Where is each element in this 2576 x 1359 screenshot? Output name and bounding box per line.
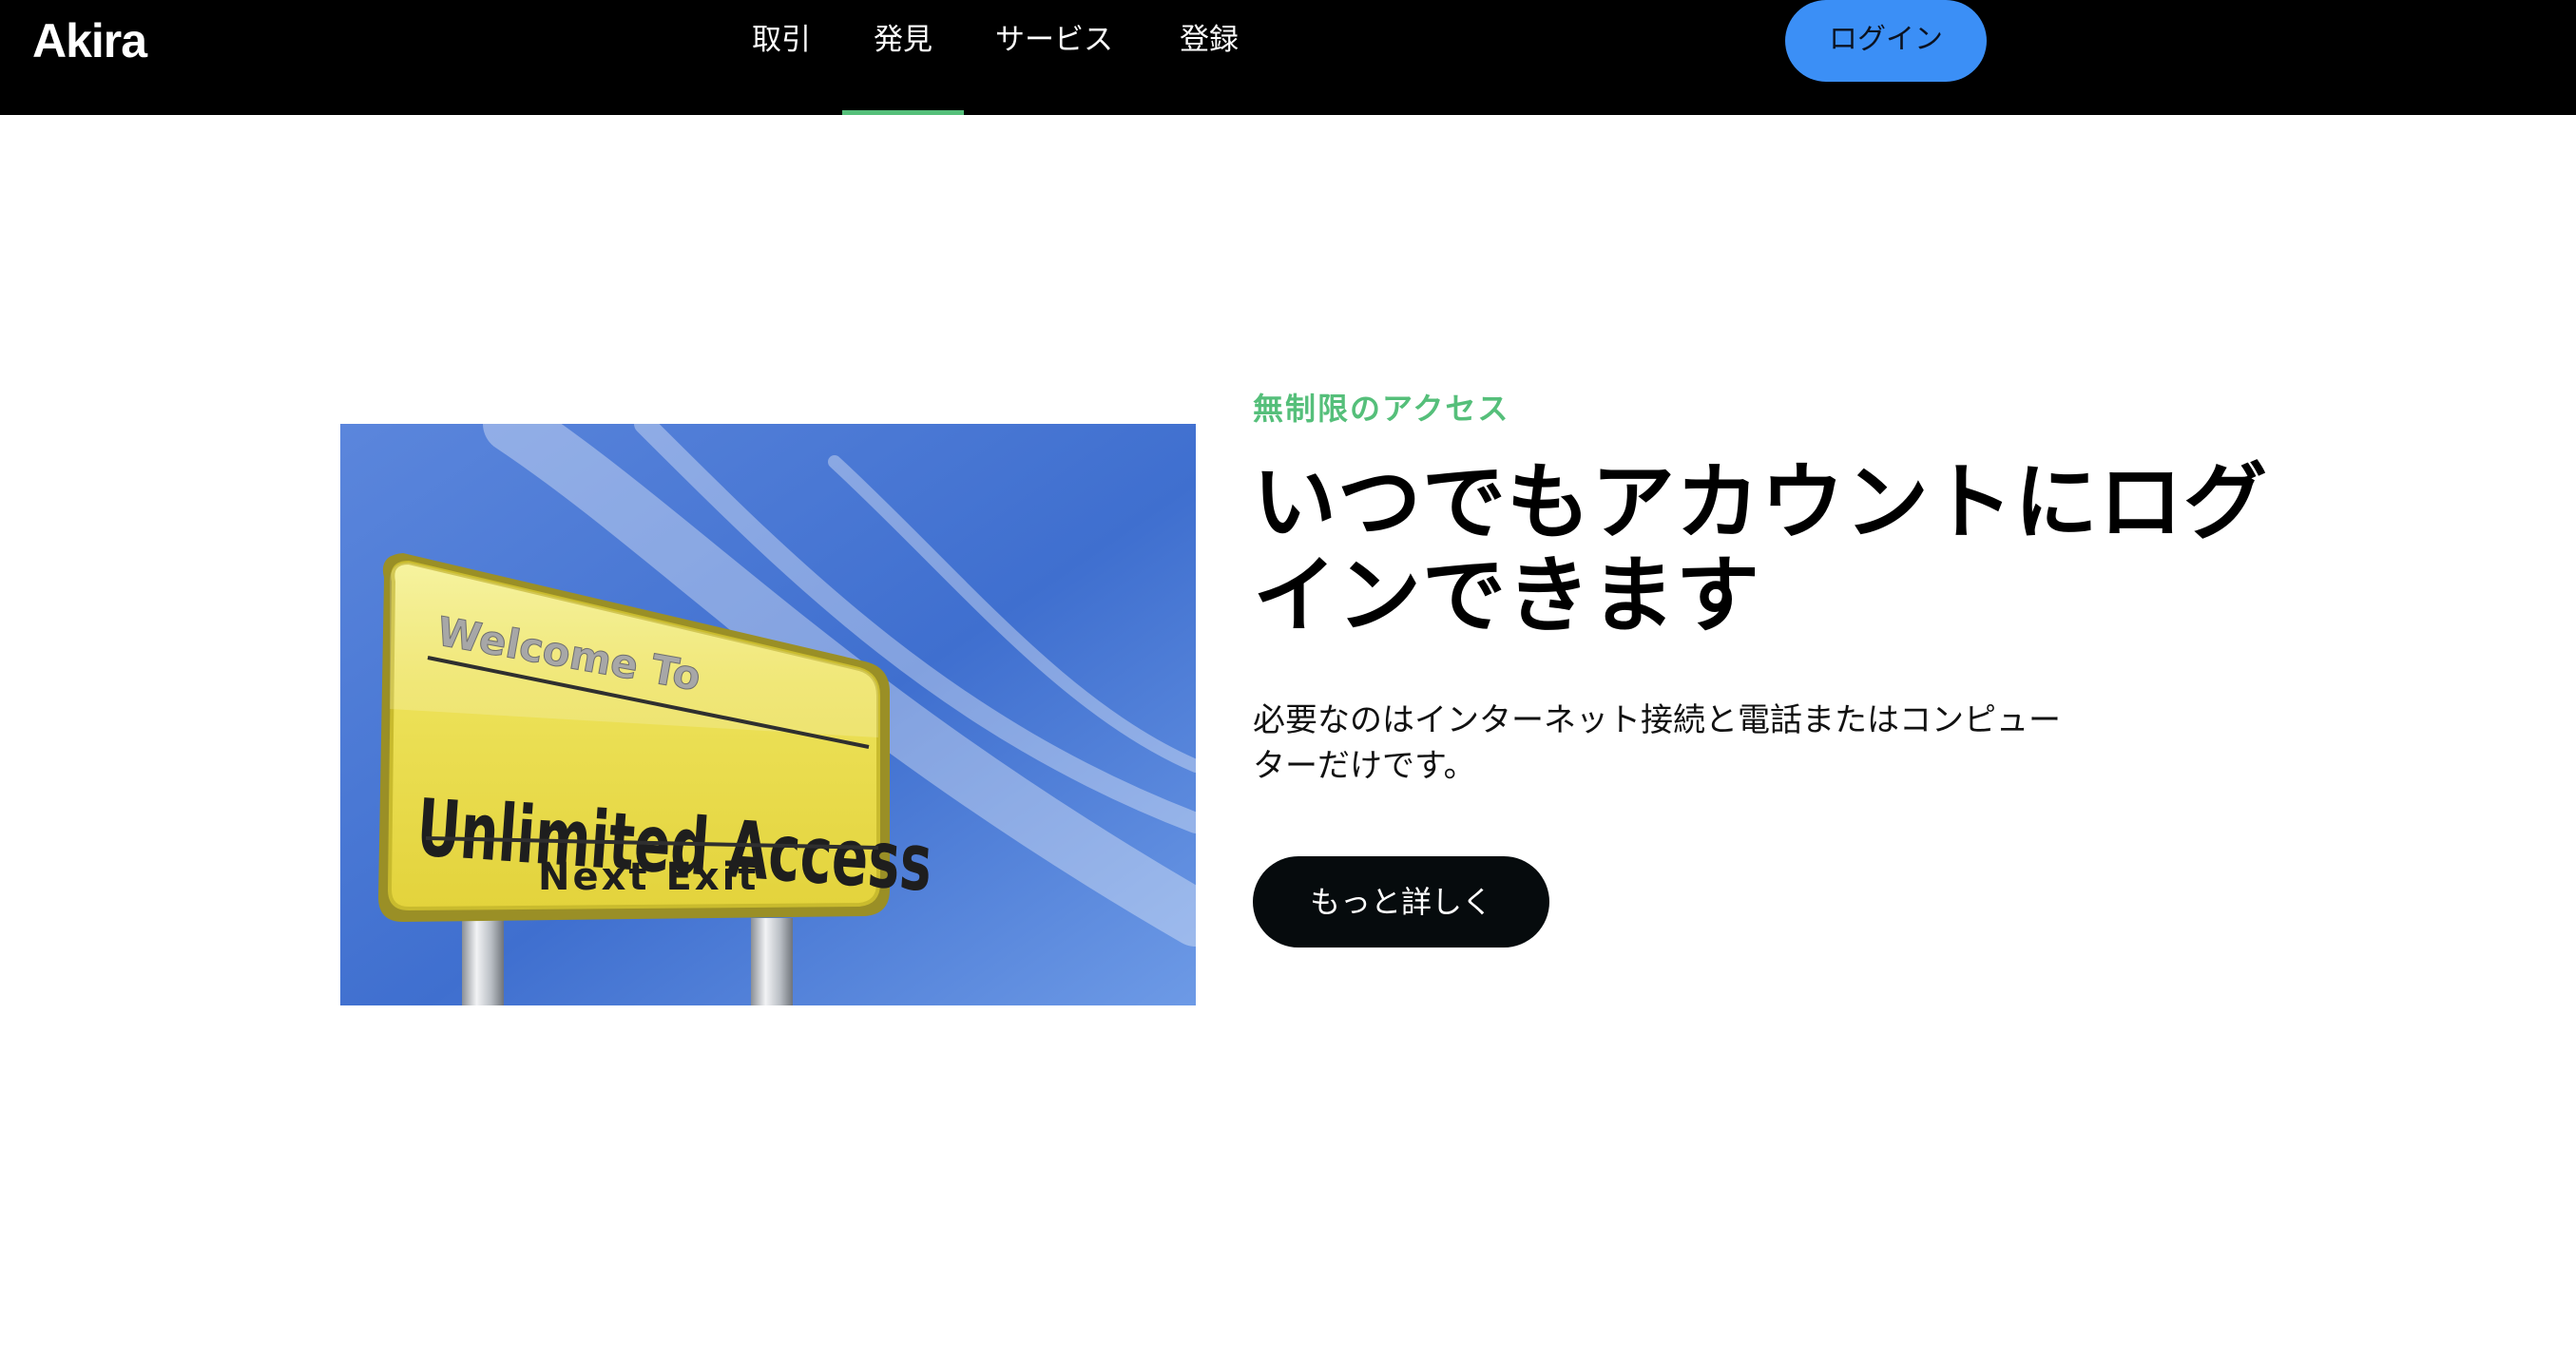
nav-item-label: サービス xyxy=(995,23,1113,57)
hero-description: 必要なのはインターネット接続と電話またはコンピューターだけです。 xyxy=(1253,701,2061,785)
hero-headline: いつでもアカウントにログインできます xyxy=(1253,453,2269,644)
top-navbar: Akira 取引 発見 サービス 登録 ログイン xyxy=(0,0,2576,115)
nav-item-label: 登録 xyxy=(1180,23,1239,57)
nav-item-services[interactable]: サービス xyxy=(989,0,1120,115)
nav-item-label: 取引 xyxy=(752,23,811,57)
brand-logo[interactable]: Akira xyxy=(32,8,147,74)
active-tab-indicator xyxy=(842,110,964,115)
nav-item-deals[interactable]: 取引 xyxy=(743,0,819,115)
nav-item-register[interactable]: 登録 xyxy=(1171,0,1247,115)
sign-line-3: Next Exit xyxy=(538,855,759,899)
nav-item-label: 発見 xyxy=(874,23,932,57)
section-eyebrow: 無制限のアクセス xyxy=(1253,391,1510,427)
learn-more-button[interactable]: もっと詳しく xyxy=(1253,856,1549,947)
road-sign-illustration: Welcome To Unlimited Access Next Exit xyxy=(340,424,1196,1005)
hero-image: Welcome To Unlimited Access Next Exit xyxy=(340,424,1196,1005)
nav-item-discover[interactable]: 発見 xyxy=(842,0,964,115)
login-button[interactable]: ログイン xyxy=(1785,0,1987,82)
